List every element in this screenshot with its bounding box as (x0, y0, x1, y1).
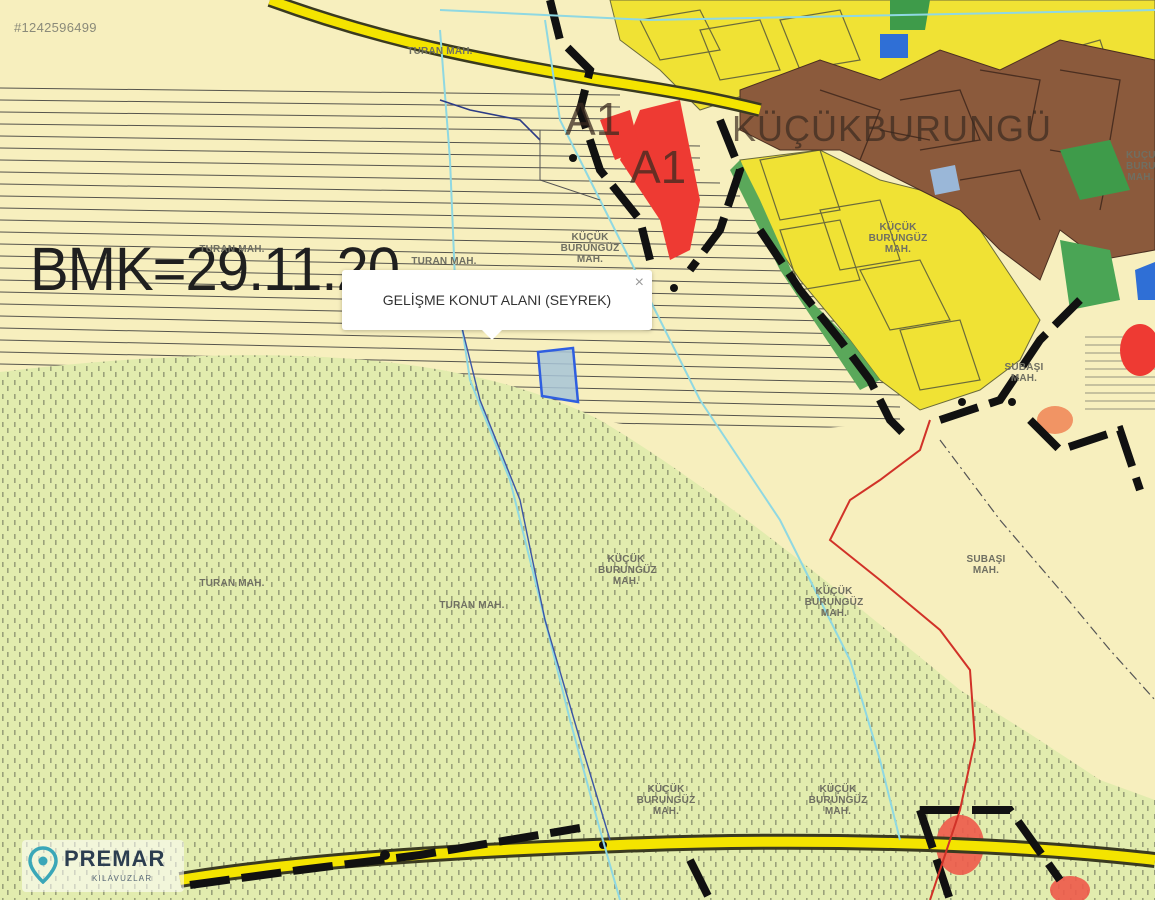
district-large-label: KÜÇÜKBURUNGÜ (732, 108, 1053, 149)
neighborhood-label: SUBAŞI MAH. (966, 554, 1006, 576)
listing-id: #1242596499 (14, 20, 97, 35)
neighborhood-label: KÜÇÜK BURUNGÜZ MAH. (560, 232, 620, 265)
neighborhood-label: SUBAŞI MAH. (1004, 362, 1044, 384)
popup-text: GELİŞME KONUT ALANI (SEYREK) (382, 292, 612, 308)
a1-label-top: A1 (565, 93, 622, 145)
neighborhood-label: KÜÇÜK BURUNGÜZ MAH. (1126, 150, 1155, 183)
neighborhood-label: TURAN MAH. (407, 46, 473, 57)
neighborhood-label: TURAN MAH. (439, 600, 505, 611)
zone-info-popup: GELİŞME KONUT ALANI (SEYREK) × (342, 270, 652, 340)
neighborhood-label: KÜÇÜK BURUNGÜZ MAH. (808, 784, 868, 817)
a1-label-mid: A1 (630, 141, 687, 193)
neighborhood-label: KÜÇÜK BURUNGÜZ MAH. (804, 586, 864, 619)
logo-name: PREMAR (64, 846, 166, 871)
location-pin-icon (28, 846, 58, 884)
blue-zone (880, 34, 908, 58)
blue-zone-2 (930, 165, 960, 195)
neighborhood-label: TURAN MAH. (199, 244, 265, 255)
selected-parcel[interactable] (536, 346, 580, 404)
neighborhood-label: KÜÇÜK BURUNGÜZ MAH. (868, 222, 928, 255)
logo-subtitle: KILAVUZLAR (92, 874, 153, 883)
premar-logo: PREMAR KILAVUZLAR (22, 840, 184, 892)
neighborhood-label: TURAN MAH. (199, 578, 265, 589)
neighborhood-label: KÜÇÜK BURUNGÜZ MAH. (598, 554, 657, 587)
neighborhood-label: KÜÇÜK BURUNGÜZ MAH. (636, 784, 696, 817)
close-icon[interactable]: × (635, 274, 644, 292)
neighborhood-label: TURAN MAH. (411, 256, 477, 267)
